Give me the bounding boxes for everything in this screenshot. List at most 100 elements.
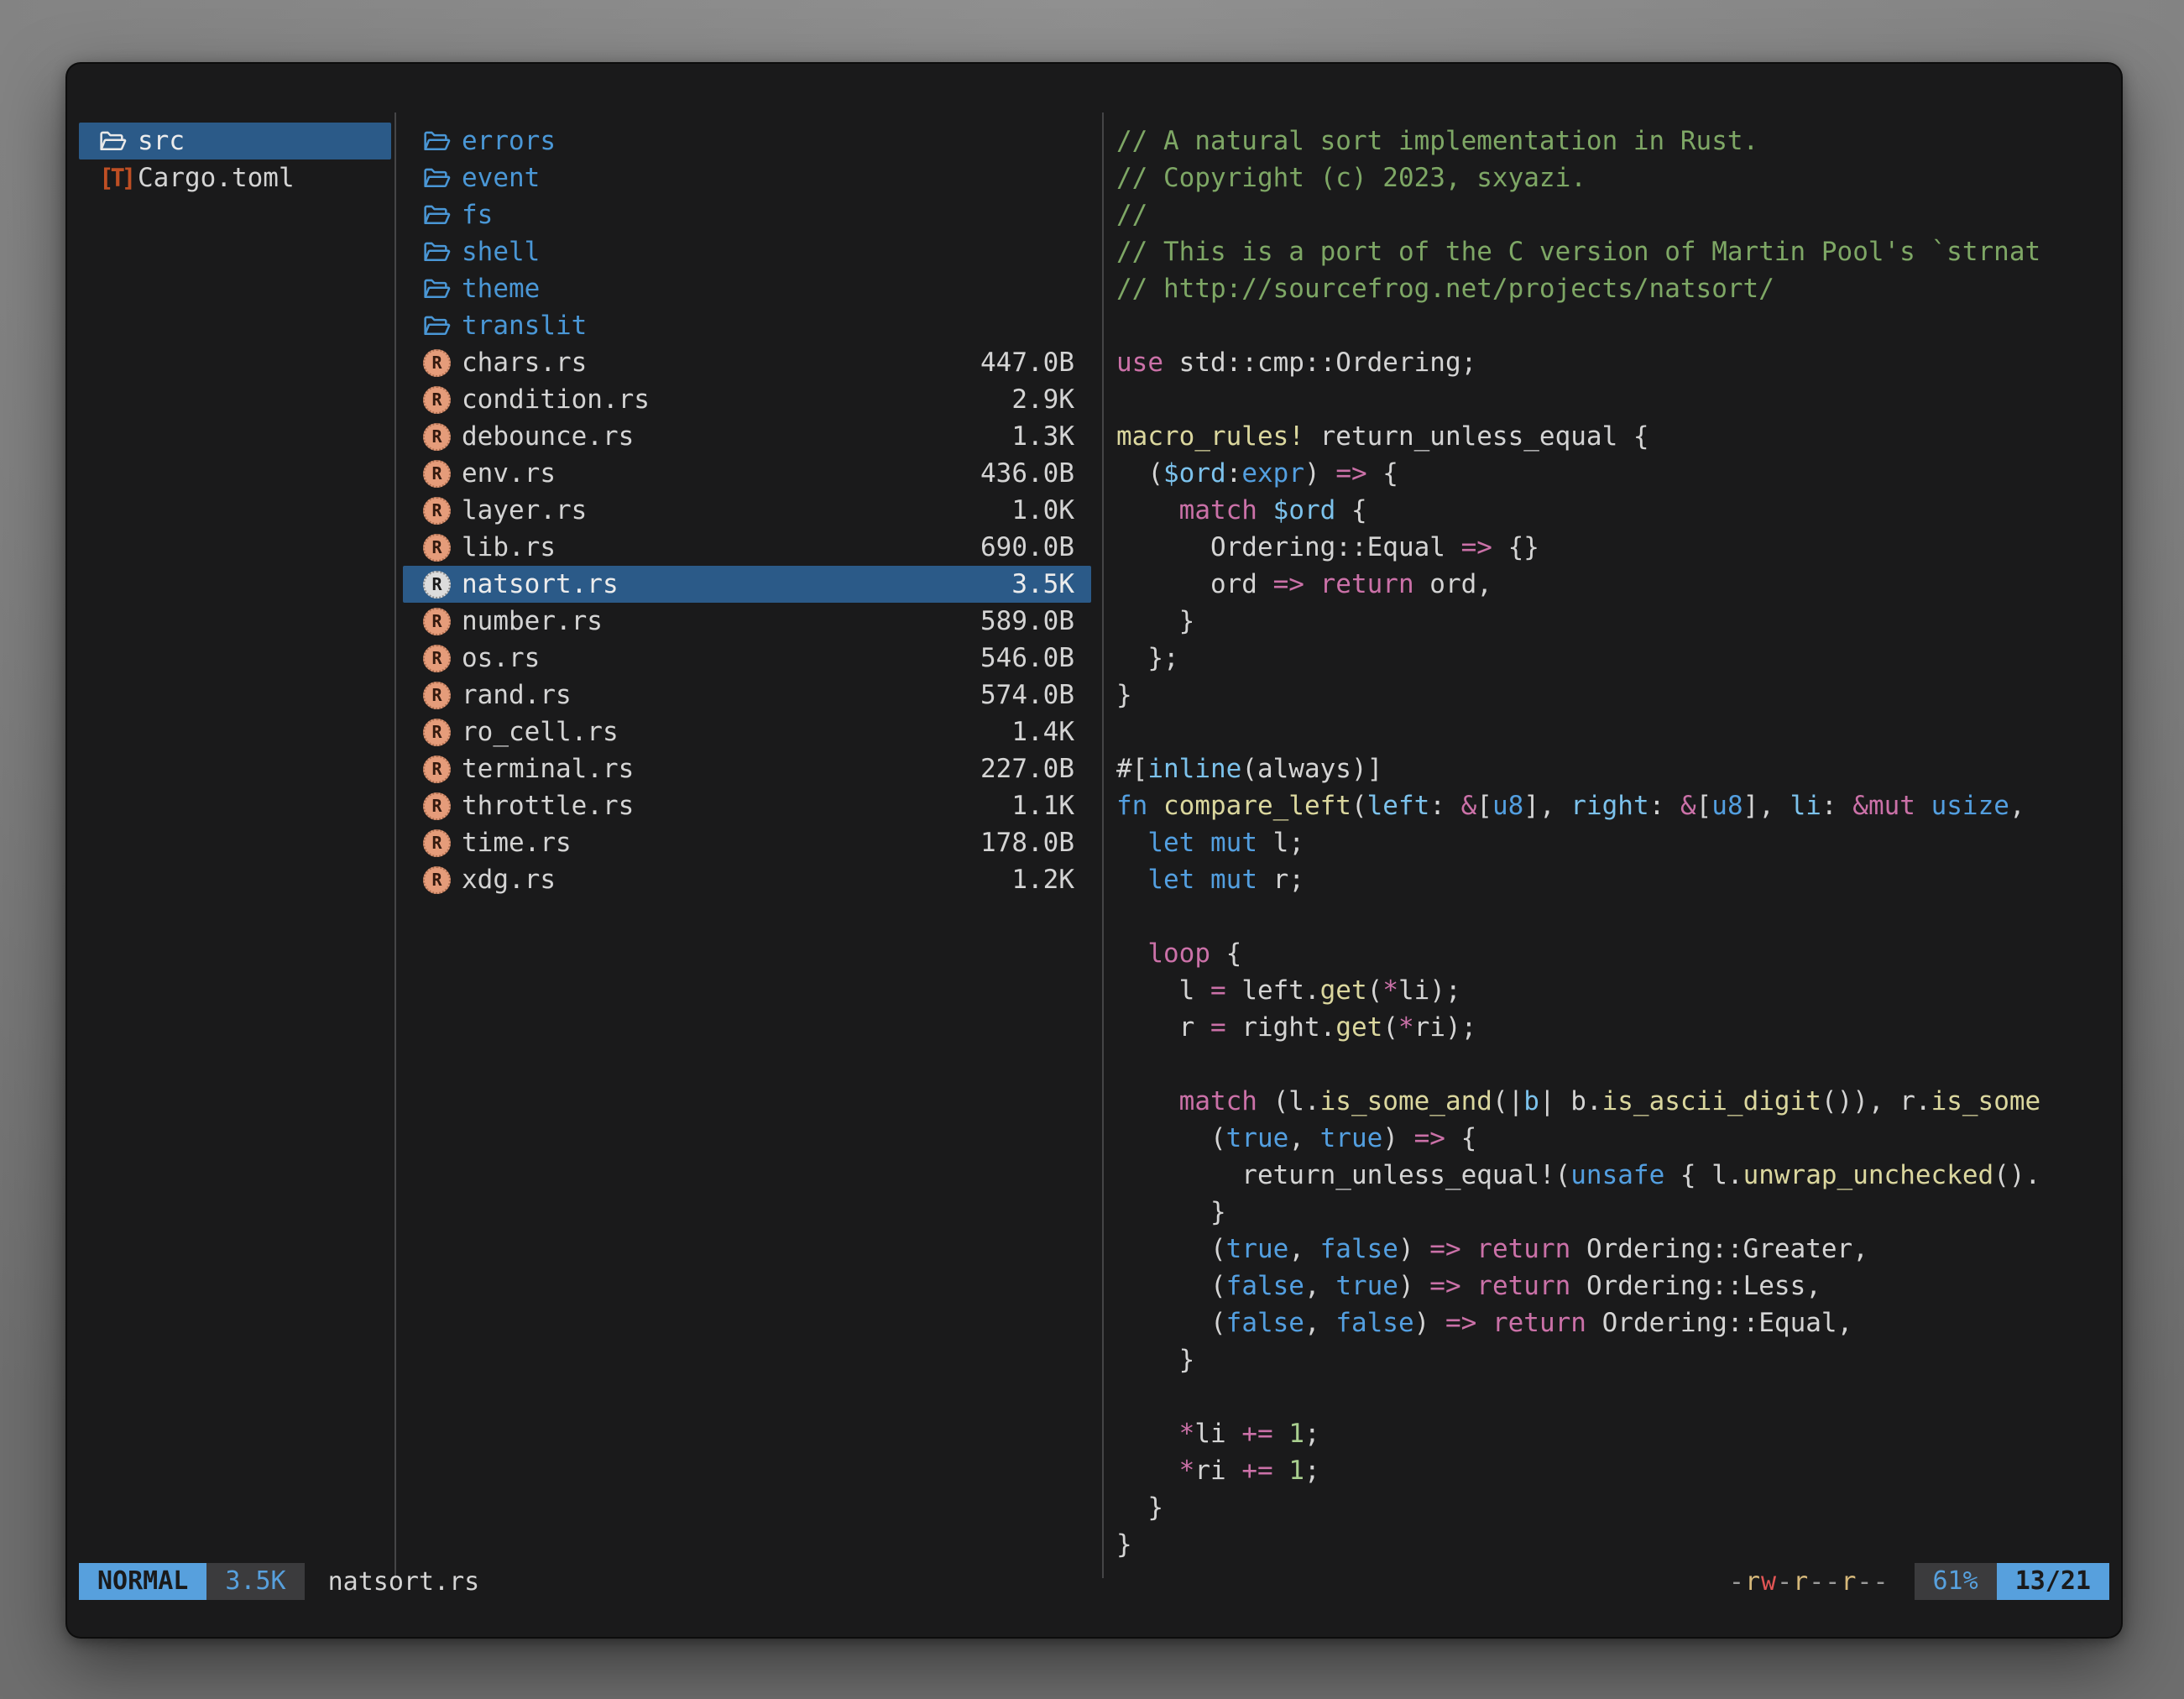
rust-file-icon xyxy=(423,681,457,709)
code-line: let mut r; xyxy=(1116,861,2112,898)
rust-file-icon xyxy=(423,718,457,746)
file-name: src xyxy=(138,126,185,156)
file-name: time.rs xyxy=(462,828,572,858)
file-name: env.rs xyxy=(462,458,556,489)
mode-badge: NORMAL xyxy=(79,1563,206,1600)
file-row[interactable]: Cargo.toml xyxy=(79,159,391,196)
rust-file-icon xyxy=(423,682,451,709)
parent-pane[interactable]: srcCargo.toml xyxy=(79,123,391,196)
file-name: os.rs xyxy=(462,643,540,673)
code-line: match $ord { xyxy=(1116,492,2112,529)
rust-file-icon xyxy=(423,422,457,451)
dir-row[interactable]: theme xyxy=(403,270,1091,307)
dir-row[interactable]: event xyxy=(403,159,1091,196)
code-line: use std::cmp::Ordering; xyxy=(1116,344,2112,381)
code-line: macro_rules! return_unless_equal { xyxy=(1116,418,2112,455)
rust-file-icon xyxy=(423,533,457,562)
code-line: l = left.get(*li); xyxy=(1116,972,2112,1009)
preview-pane[interactable]: // A natural sort implementation in Rust… xyxy=(1116,123,2112,1563)
file-row[interactable]: ro_cell.rs 1.4K xyxy=(403,714,1091,750)
file-size-badge: 3.5K xyxy=(206,1563,304,1600)
file-name: natsort.rs xyxy=(462,569,619,599)
file-size: 1.3K xyxy=(1011,421,1074,452)
folder-open-icon xyxy=(423,164,457,192)
rust-file-icon xyxy=(423,644,457,672)
code-line: }; xyxy=(1116,640,2112,677)
file-row[interactable]: layer.rs1.0K xyxy=(403,492,1091,529)
code-line: } xyxy=(1116,1526,2112,1563)
file-size: 436.0B xyxy=(980,458,1074,489)
file-name: theme xyxy=(462,274,540,304)
dir-row[interactable]: errors xyxy=(403,123,1091,159)
code-line: (false, true) => return Ordering::Less, xyxy=(1116,1268,2112,1304)
pane-separator-right xyxy=(1102,112,1104,1578)
code-line: let mut l; xyxy=(1116,824,2112,861)
file-row[interactable]: condition.rs2.9K xyxy=(403,381,1091,418)
file-size: 1.4K xyxy=(1011,717,1074,747)
code-line: fn compare_left(left: &[u8], right: &[u8… xyxy=(1116,787,2112,824)
status-right-group: -rw-r--r-- 61% 13/21 xyxy=(1729,1563,2109,1600)
rust-file-icon xyxy=(423,829,457,857)
file-row[interactable]: debounce.rs1.3K xyxy=(403,418,1091,455)
code-line: } xyxy=(1116,1489,2112,1526)
file-name: condition.rs xyxy=(462,384,650,415)
file-name: translit xyxy=(462,311,587,341)
file-name: chars.rs xyxy=(462,348,587,378)
code-line: (true, false) => return Ordering::Greate… xyxy=(1116,1231,2112,1268)
code-line xyxy=(1116,381,2112,418)
code-line xyxy=(1116,898,2112,935)
toml-file-icon xyxy=(99,166,133,191)
file-row[interactable]: throttle.rs 1.1K xyxy=(403,787,1091,824)
file-row[interactable]: os.rs546.0B xyxy=(403,640,1091,677)
code-line: } xyxy=(1116,1194,2112,1231)
file-name: throttle.rs xyxy=(462,791,634,821)
code-line xyxy=(1116,1378,2112,1415)
file-row[interactable]: lib.rs690.0B xyxy=(403,529,1091,566)
file-size: 178.0B xyxy=(980,828,1074,858)
rust-file-icon xyxy=(423,645,451,672)
code-line: } xyxy=(1116,603,2112,640)
dir-row[interactable]: fs xyxy=(403,196,1091,233)
rust-file-icon xyxy=(423,792,451,820)
folder-open-icon xyxy=(423,238,457,266)
status-filename: natsort.rs xyxy=(328,1567,480,1597)
file-row[interactable]: terminal.rs 227.0B xyxy=(403,750,1091,787)
rust-file-icon xyxy=(423,719,451,746)
file-size: 1.1K xyxy=(1011,791,1074,821)
rust-file-icon xyxy=(423,571,451,599)
file-row[interactable]: xdg.rs1.2K xyxy=(403,861,1091,898)
file-row[interactable]: time.rs 178.0B xyxy=(403,824,1091,861)
percent-badge: 61% xyxy=(1915,1563,1997,1600)
file-name: fs xyxy=(462,200,493,230)
code-line: // http://sourcefrog.net/projects/natsor… xyxy=(1116,270,2112,307)
file-row[interactable]: number.rs589.0B xyxy=(403,603,1091,640)
rust-file-icon xyxy=(423,460,451,488)
file-name: ro_cell.rs xyxy=(462,717,619,747)
rust-file-icon xyxy=(423,755,457,783)
rust-file-icon xyxy=(423,349,451,377)
file-name: terminal.rs xyxy=(462,754,634,784)
current-pane[interactable]: errorseventfsshellthemetranslitchars.rs4… xyxy=(403,123,1091,898)
status-bar: NORMAL 3.5K natsort.rs -rw-r--r-- 61% 13… xyxy=(79,1563,2109,1600)
code-line: } xyxy=(1116,1341,2112,1378)
file-size: 574.0B xyxy=(980,680,1074,710)
file-size: 227.0B xyxy=(980,754,1074,784)
rust-file-icon xyxy=(423,534,451,562)
code-line: match (l.is_some_and(|b| b.is_ascii_digi… xyxy=(1116,1083,2112,1120)
file-row[interactable]: chars.rs447.0B xyxy=(403,344,1091,381)
code-line xyxy=(1116,1046,2112,1083)
dir-row[interactable]: translit xyxy=(403,307,1091,344)
file-row[interactable]: env.rs 436.0B xyxy=(403,455,1091,492)
file-name: errors xyxy=(462,126,556,156)
file-row[interactable]: rand.rs574.0B xyxy=(403,677,1091,714)
code-line: (false, false) => return Ordering::Equal… xyxy=(1116,1304,2112,1341)
code-line: *ri += 1; xyxy=(1116,1452,2112,1489)
file-name: lib.rs xyxy=(462,532,556,562)
file-row[interactable]: natsort.rs3.5K xyxy=(403,566,1091,603)
file-size: 589.0B xyxy=(980,606,1074,636)
code-line: #[inline(always)] xyxy=(1116,750,2112,787)
file-size: 1.0K xyxy=(1011,495,1074,525)
dir-row[interactable]: src xyxy=(79,123,391,159)
dir-row[interactable]: shell xyxy=(403,233,1091,270)
file-name: xdg.rs xyxy=(462,865,556,895)
